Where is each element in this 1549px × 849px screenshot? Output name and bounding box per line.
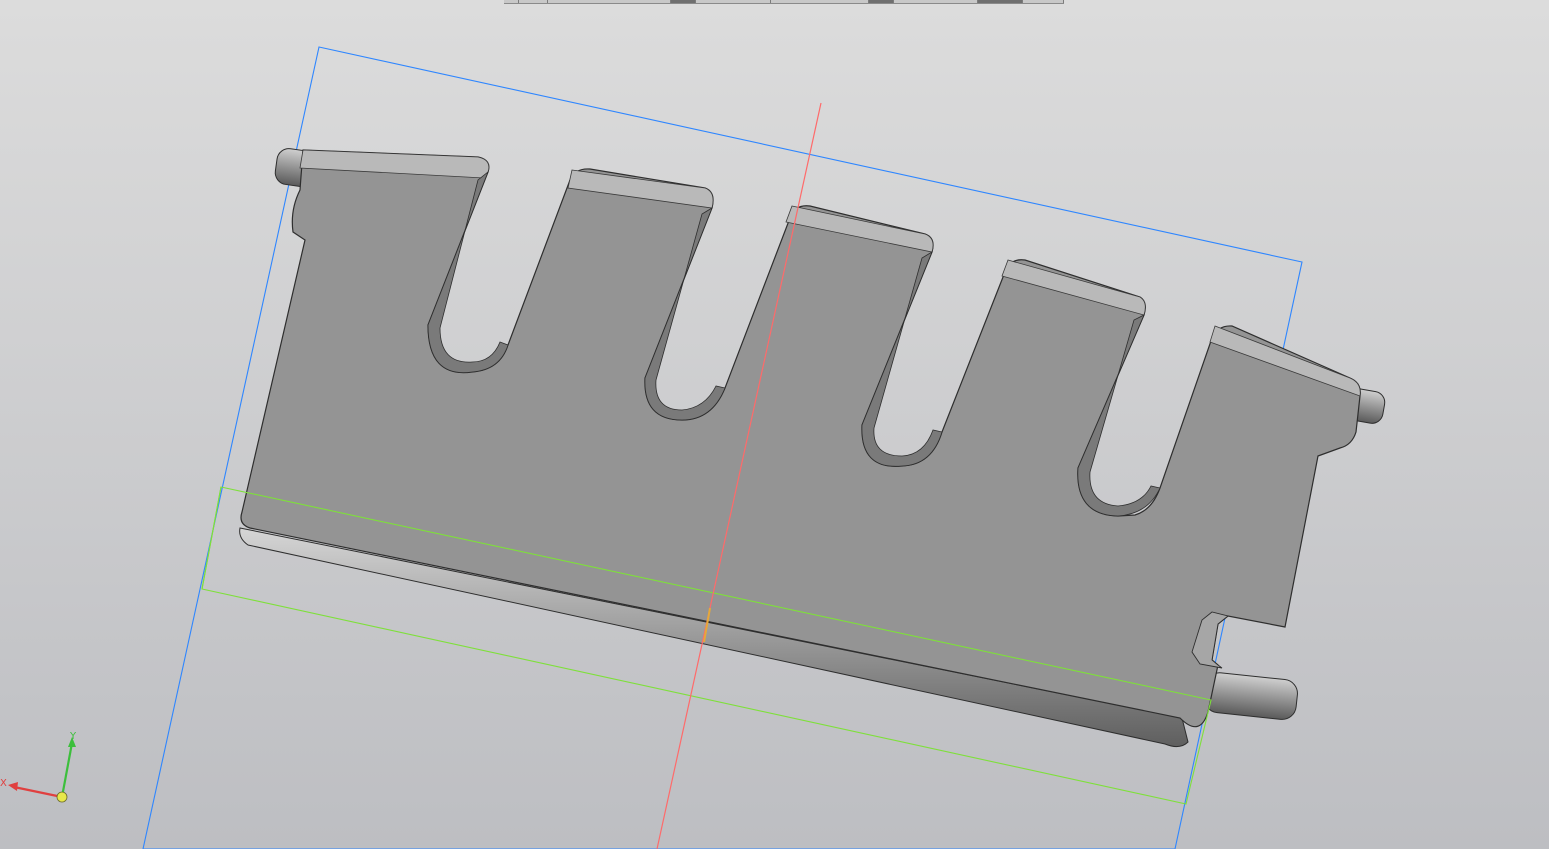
pin-bottom-right[interactable] bbox=[1203, 671, 1299, 720]
model-scene[interactable] bbox=[0, 0, 1549, 849]
plate-face[interactable] bbox=[240, 149, 1361, 728]
coordinate-triad-icon: Y X bbox=[0, 731, 77, 803]
triad-y-label: Y bbox=[69, 731, 77, 742]
sketch-frame-edge bbox=[201, 486, 222, 590]
triad-x-label: X bbox=[0, 778, 7, 789]
3d-viewport[interactable]: Y X bbox=[0, 0, 1549, 849]
